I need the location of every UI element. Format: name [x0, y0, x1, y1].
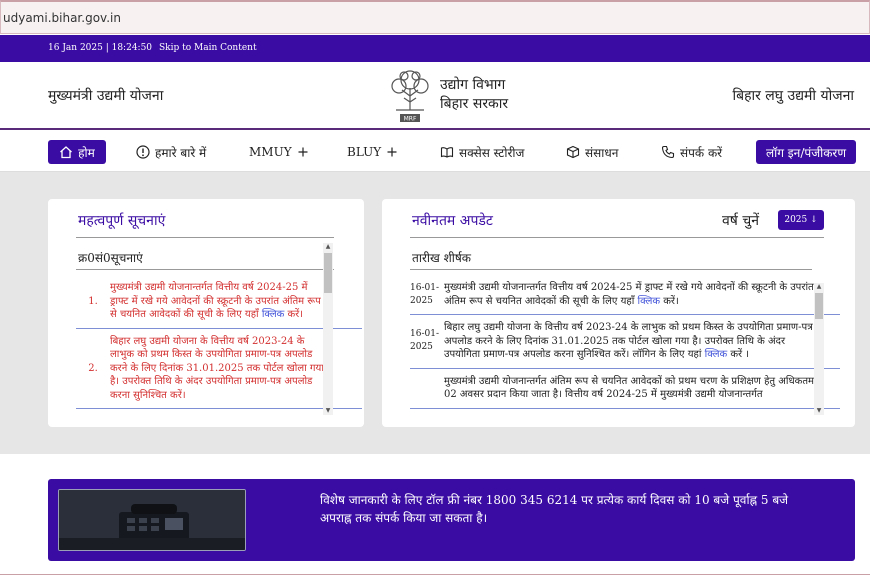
logo-text: MRF [404, 116, 417, 123]
update-body: मुख्यमंत्री उद्यमी योजनान्तर्गत अंतिम रू… [444, 375, 815, 401]
plus-icon [387, 147, 397, 157]
dept-name: उद्योग विभाग बिहार सरकार [440, 76, 508, 114]
nav-mmuy[interactable]: MMUY [249, 140, 309, 164]
box-icon [566, 145, 580, 159]
notice-number: 2. [88, 362, 98, 374]
browser-url-bar[interactable]: udyami.bihar.gov.in [0, 0, 870, 34]
divider [76, 237, 334, 238]
update-date: 16-01-2025 [410, 282, 439, 306]
scroll-up-icon[interactable]: ▲ [323, 243, 333, 251]
nav-resources-label: संसाधन [585, 145, 619, 160]
main-content: महत्वपूर्ण सूचनाएं क्र0सं0सूचनाएं 1. मुख… [0, 172, 870, 454]
nav-home-label: होम [78, 145, 95, 160]
update-body: मुख्यमंत्री उद्यमी योजनान्तर्गत वित्तीय … [444, 282, 814, 307]
nav-contact[interactable]: संपर्क करें [661, 140, 722, 164]
nav-about-label: हमारे बारे में [155, 145, 207, 160]
table-row[interactable]: 16-01-2025 मुख्यमंत्री उद्यमी योजनान्तर्… [410, 275, 840, 315]
nav-contact-label: संपर्क करें [680, 145, 723, 160]
updates-column-header: तारीख शीर्षक [412, 251, 472, 265]
helpline-banner: विशेष जानकारी के लिए टॉल फ्री नंबर 1800 … [48, 479, 855, 561]
table-row[interactable]: 16-01-2025 बिहार लघु उद्यमी योजना के वित… [410, 315, 840, 369]
scroll-down-icon[interactable]: ▼ [323, 407, 333, 415]
info-icon [136, 145, 150, 159]
list-item[interactable]: 2. बिहार लघु उद्यमी योजना के वित्तीय वर्… [76, 329, 362, 409]
bihar-tree-logo-icon[interactable]: MRF [386, 68, 434, 124]
plus-icon [298, 147, 308, 157]
scroll-thumb[interactable] [815, 293, 823, 319]
bluy-title[interactable]: बिहार लघु उद्यमी योजना [732, 86, 854, 105]
notices-scrollbar[interactable]: ▲ ▼ [323, 243, 333, 415]
telephone-icon [59, 490, 245, 550]
notices-list[interactable]: 1. मुख्यमंत्री उद्यमी योजनान्तर्गत वित्त… [76, 275, 362, 415]
nav-bluy[interactable]: BLUY [347, 140, 398, 164]
scroll-thumb[interactable] [324, 253, 332, 293]
nav-resources[interactable]: संसाधन [566, 140, 618, 164]
table-row[interactable]: मुख्यमंत्री उद्यमी योजनान्तर्गत अंतिम रू… [410, 369, 840, 409]
update-date: 16-01-2025 [410, 329, 439, 353]
updates-title: नवीनतम अपडेट [412, 213, 493, 229]
latest-updates-card: नवीनतम अपडेट वर्ष चुनें 2025 ↓ तारीख शीर… [382, 199, 855, 427]
notice-text: मुख्यमंत्री उद्यमी योजनान्तर्गत वित्तीय … [110, 281, 324, 322]
nav-mmuy-label: MMUY [249, 145, 292, 159]
phone-icon [661, 145, 675, 159]
divider [76, 269, 334, 270]
update-date [410, 375, 444, 402]
notice-text: बिहार लघु उद्यमी योजना के वित्तीय वर्ष 2… [110, 335, 324, 403]
updates-scrollbar[interactable]: ▲ ▼ [814, 283, 824, 415]
list-item[interactable]: 1. मुख्यमंत्री उद्यमी योजनान्तर्गत वित्त… [76, 275, 362, 329]
update-suffix: करें। [663, 295, 679, 307]
top-strip: 16 Jan 2025 | 18:24:50 Skip to Main Cont… [0, 35, 870, 62]
scroll-down-icon[interactable]: ▼ [814, 407, 824, 415]
dept-line-1: उद्योग विभाग [440, 77, 506, 93]
site-header: मुख्यमंत्री उद्यमी योजना MRF उद्योग विभा… [0, 62, 870, 130]
update-click-link[interactable]: क्लिक [705, 349, 728, 360]
nav-success-stories[interactable]: सक्सेस स्टोरीज [440, 140, 524, 164]
datetime: 16 Jan 2025 | 18:24:50 [48, 43, 153, 53]
notice-number: 1. [88, 295, 98, 307]
helpline-message: विशेष जानकारी के लिए टॉल फ्री नंबर 1800 … [320, 493, 789, 525]
skip-to-content-link[interactable]: Skip to Main Content [159, 43, 257, 53]
page-bottom-edge [0, 574, 870, 580]
nav-stories-label: सक्सेस स्टोरीज [459, 145, 525, 160]
update-text: मुख्यमंत्री उद्यमी योजनान्तर्गत वित्तीय … [444, 281, 816, 308]
update-text: बिहार लघु उद्यमी योजना के वित्तीय वर्ष 2… [444, 321, 816, 362]
update-body: बिहार लघु उद्यमी योजना के वित्तीय वर्ष 2… [444, 322, 813, 360]
call-center-image [58, 489, 246, 551]
year-dropdown[interactable]: 2025 ↓ [778, 210, 824, 230]
notice-suffix: करें। [287, 309, 304, 320]
dept-line-2: बिहार सरकार [440, 96, 509, 112]
nav-home[interactable]: होम [48, 140, 106, 164]
notice-body: बिहार लघु उद्यमी योजना के वित्तीय वर्ष 2… [110, 335, 324, 401]
update-click-link[interactable]: क्लिक [638, 296, 661, 307]
nav-bluy-label: BLUY [347, 145, 382, 159]
main-nav: होम हमारे बारे में MMUY BLUY सक्सेस स्टो… [0, 131, 870, 172]
update-suffix: करें । [730, 349, 750, 360]
notices-column-header: क्र0सं0सूचनाएं [78, 251, 143, 265]
divider [410, 269, 812, 270]
nav-about[interactable]: हमारे बारे में [136, 140, 206, 164]
update-text: मुख्यमंत्री उद्यमी योजनान्तर्गत अंतिम रू… [444, 375, 816, 402]
url-text[interactable]: udyami.bihar.gov.in [3, 11, 121, 25]
login-register-button[interactable]: लॉग इन/पंजीकरण [756, 140, 856, 164]
year-select-label: वर्ष चुनें [722, 213, 759, 229]
updates-list[interactable]: 16-01-2025 मुख्यमंत्री उद्यमी योजनान्तर्… [410, 275, 840, 415]
divider [410, 237, 824, 238]
scroll-up-icon[interactable]: ▲ [814, 283, 824, 291]
home-icon [60, 146, 73, 159]
important-notices-card: महत्वपूर्ण सूचनाएं क्र0सं0सूचनाएं 1. मुख… [48, 199, 364, 427]
notice-click-link[interactable]: क्लिक [262, 309, 285, 320]
book-icon [440, 147, 454, 158]
notices-title: महत्वपूर्ण सूचनाएं [78, 213, 166, 229]
mmuy-title[interactable]: मुख्यमंत्री उद्यमी योजना [48, 86, 163, 105]
